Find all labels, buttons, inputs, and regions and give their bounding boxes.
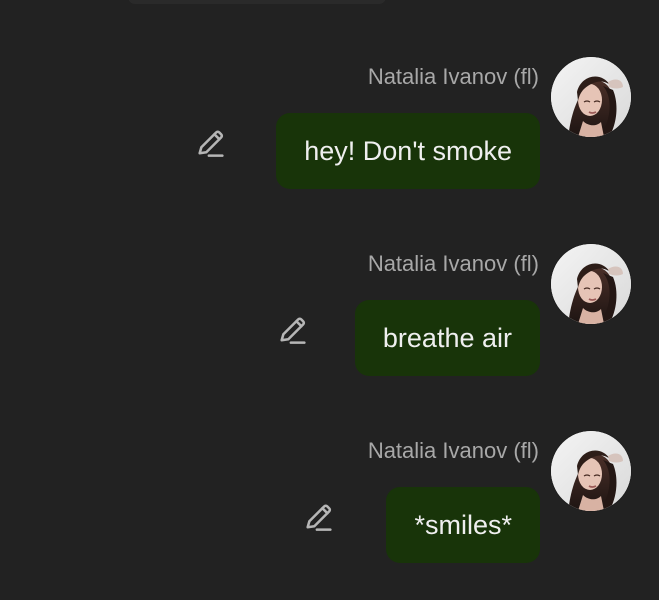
sender-avatar[interactable]	[551, 431, 631, 511]
chat-message: Natalia Ivanov (fl)	[0, 431, 659, 597]
message-bubble[interactable]: breathe air	[354, 300, 540, 376]
pencil-edit-icon[interactable]	[302, 501, 336, 535]
pencil-edit-icon[interactable]	[194, 127, 228, 161]
avatar-photo-icon	[551, 57, 631, 137]
sender-avatar[interactable]	[551, 244, 631, 324]
message-bubble[interactable]: hey! Don't smoke	[276, 113, 540, 189]
sender-name: Natalia Ivanov (fl)	[367, 64, 539, 89]
sender-name: Natalia Ivanov (fl)	[367, 251, 539, 276]
avatar-photo-icon	[551, 244, 631, 324]
chat-message: Natalia Ivanov (fl)	[0, 244, 659, 410]
pencil-edit-icon[interactable]	[276, 314, 310, 348]
avatar-photo-icon	[551, 431, 631, 511]
sender-name: Natalia Ivanov (fl)	[367, 438, 539, 463]
top-tab	[128, 0, 386, 4]
chat-message: Natalia Ivanov (fl)	[0, 57, 659, 223]
message-bubble[interactable]: *smiles*	[386, 487, 540, 563]
sender-avatar[interactable]	[551, 57, 631, 137]
